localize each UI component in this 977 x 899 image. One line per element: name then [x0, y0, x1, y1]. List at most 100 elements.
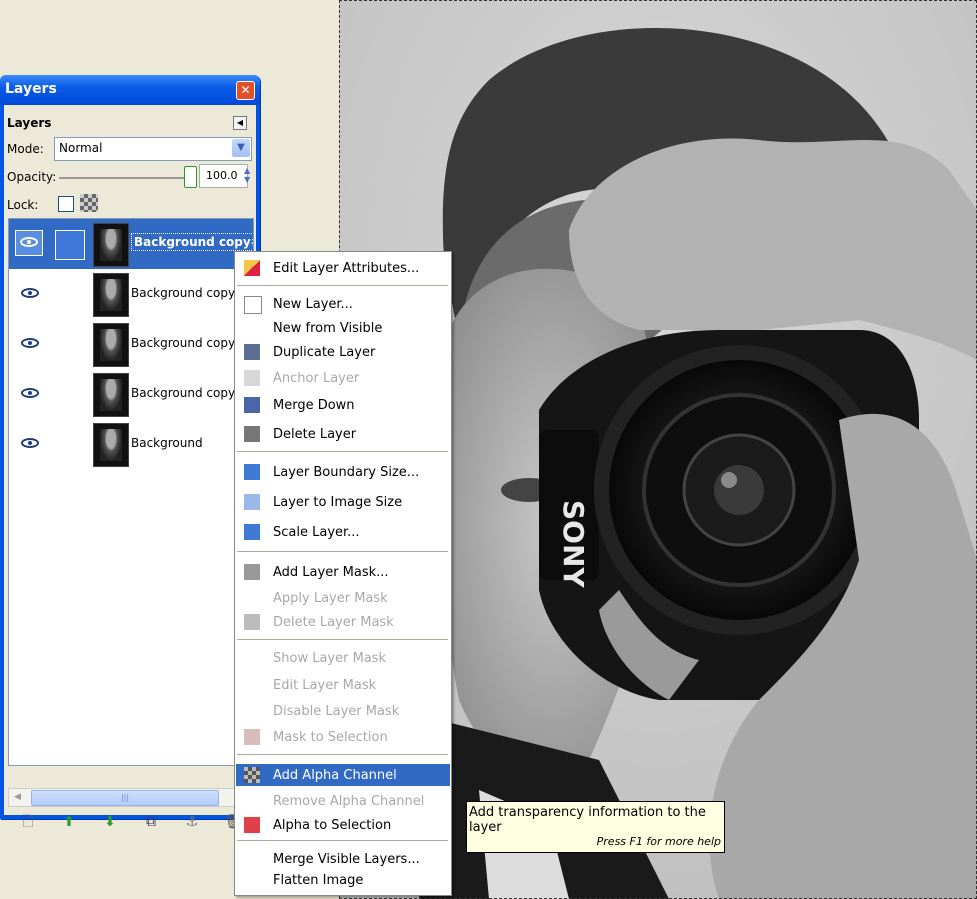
menu-item-apply-layer-mask[interactable]: Apply Layer Mask — [236, 587, 450, 609]
menu-item-duplicate-layer[interactable]: Duplicate Layer — [236, 341, 450, 363]
layer-row[interactable]: Background — [9, 419, 253, 469]
menu-item-add-alpha-channel[interactable]: Add Alpha Channel — [236, 764, 450, 786]
layer-thumbnail[interactable] — [93, 273, 129, 317]
menu-item-new-layer[interactable]: New Layer... — [236, 293, 450, 315]
menu-item-label: Add Layer Mask... — [273, 565, 389, 580]
opacity-spinner[interactable]: ▲ ▼ — [244, 166, 250, 184]
menu-item-layer-to-image-size[interactable]: Layer to Image Size — [236, 491, 450, 513]
menu-item-label: Scale Layer... — [273, 525, 360, 540]
menu-item-scale-layer[interactable]: Scale Layer... — [236, 521, 450, 543]
menu-item-label: Merge Down — [273, 398, 355, 413]
layer-list[interactable]: Background copy#3Background copy#2Backgr… — [8, 218, 254, 766]
horizontal-scrollbar[interactable]: ◀ ||| — [8, 788, 254, 807]
layer-thumbnail[interactable] — [93, 223, 129, 267]
opacity-slider-thumb[interactable] — [184, 166, 197, 188]
merge-down-icon — [244, 397, 260, 413]
scale-icon — [244, 524, 260, 540]
new-layer-icon[interactable]: 🗋 — [18, 812, 38, 832]
layer-context-menu: Edit Layer Attributes... New Layer... New … — [234, 251, 452, 896]
menu-item-new-from-visible[interactable]: New from Visible — [236, 317, 450, 339]
eye-icon[interactable] — [17, 382, 43, 406]
menu-separator — [237, 840, 448, 841]
menu-separator — [237, 285, 448, 286]
menu-item-anchor-layer[interactable]: Anchor Layer — [236, 367, 450, 389]
window-title: Layers — [5, 81, 57, 97]
layer-name[interactable]: Background copy#3 — [131, 233, 253, 251]
mode-value: Normal — [59, 141, 103, 155]
layer-thumbnail[interactable] — [93, 373, 129, 417]
menu-item-edit-layer-attributes[interactable]: Edit Layer Attributes... — [236, 257, 450, 279]
menu-item-label: Mask to Selection — [273, 730, 388, 745]
menu-item-label: Alpha to Selection — [273, 818, 392, 833]
menu-item-remove-alpha-channel[interactable]: Remove Alpha Channel — [236, 790, 450, 812]
menu-item-label: Remove Alpha Channel — [273, 794, 425, 809]
opacity-input[interactable]: 100.0 — [199, 164, 248, 188]
menu-item-delete-layer[interactable]: Delete Layer — [236, 423, 450, 445]
scroll-left-icon[interactable]: ◀ — [10, 790, 25, 804]
panel-menu-button[interactable]: ◀ — [233, 116, 247, 130]
eye-icon[interactable] — [15, 230, 43, 256]
layer-name[interactable]: Background — [131, 436, 203, 450]
menu-item-label: New Layer... — [273, 297, 353, 312]
lock-pixels-checkbox[interactable] — [58, 196, 74, 212]
scrollbar-thumb[interactable]: ||| — [31, 790, 219, 806]
layers-window: Layers ✕ Layers ◀ Mode: Normal ▼ Opacity… — [0, 75, 260, 830]
eye-glyph — [21, 438, 39, 448]
edit-icon — [244, 260, 260, 276]
layer-row[interactable]: Background copy#1 — [9, 319, 253, 369]
close-button[interactable]: ✕ — [236, 81, 255, 100]
mask-to-selection-icon — [244, 729, 260, 745]
lock-label: Lock: — [7, 198, 39, 212]
eye-glyph — [21, 288, 39, 298]
menu-item-label: Merge Visible Layers... — [273, 852, 420, 867]
menu-item-delete-layer-mask[interactable]: Delete Layer Mask — [236, 611, 450, 633]
svg-text:SONY: SONY — [557, 500, 590, 588]
menu-item-mask-to-selection[interactable]: Mask to Selection — [236, 726, 450, 748]
menu-item-label: Flatten Image — [273, 873, 364, 888]
menu-item-label: Show Layer Mask — [273, 651, 387, 666]
menu-item-disable-layer-mask[interactable]: Disable Layer Mask — [236, 700, 450, 722]
menu-item-alpha-to-selection[interactable]: Alpha to Selection — [236, 814, 450, 836]
menu-item-merge-down[interactable]: Merge Down — [236, 394, 450, 416]
menu-item-merge-visible-layers[interactable]: Merge Visible Layers... — [236, 848, 450, 870]
alpha-to-selection-icon — [244, 817, 260, 833]
menu-item-label: Add Alpha Channel — [273, 768, 397, 783]
layer-row[interactable]: Background copy#3 — [9, 219, 253, 269]
duplicate-layer-icon[interactable]: ⧉ — [141, 812, 161, 832]
eye-glyph — [21, 338, 39, 348]
layer-row[interactable]: Background copy — [9, 369, 253, 419]
layer-row[interactable]: Background copy#2 — [9, 269, 253, 319]
layer-thumbnail[interactable] — [93, 423, 129, 467]
menu-item-flatten-image[interactable]: Flatten Image — [236, 869, 450, 891]
raise-layer-icon[interactable]: ⬆ — [59, 812, 79, 832]
lower-layer-icon[interactable]: ⬇ — [100, 812, 120, 832]
mode-label: Mode: — [7, 142, 44, 156]
eye-icon[interactable] — [17, 432, 43, 456]
window-titlebar[interactable]: Layers ✕ — [0, 75, 260, 105]
lock-alpha-icon[interactable] — [80, 194, 98, 212]
mode-select[interactable]: Normal ▼ — [54, 137, 252, 161]
layer-thumbnail[interactable] — [93, 323, 129, 367]
menu-item-label: Layer to Image Size — [273, 495, 403, 510]
anchor-layer-icon[interactable]: ⚓ — [182, 812, 202, 832]
menu-item-layer-boundary-size[interactable]: Layer Boundary Size... — [236, 461, 450, 483]
tooltip-help: Press F1 for more help — [596, 835, 721, 848]
menu-item-label: Anchor Layer — [273, 371, 360, 386]
eye-icon[interactable] — [17, 282, 43, 306]
chevron-down-icon[interactable]: ▼ — [232, 139, 250, 157]
menu-separator — [237, 451, 448, 452]
layers-panel: Layers ◀ Mode: Normal ▼ Opacity: 100.0 ▲… — [4, 105, 256, 830]
menu-item-edit-layer-mask[interactable]: Edit Layer Mask — [236, 674, 450, 696]
tooltip-text: Add transparency information to the laye… — [469, 805, 706, 835]
layer-name[interactable]: Background copy — [131, 386, 235, 400]
layer-toolbar: 🗋 ⬆ ⬇ ⧉ ⚓ 🗑 — [8, 809, 252, 835]
trash-icon — [244, 614, 260, 630]
menu-separator — [237, 754, 448, 755]
opacity-slider[interactable] — [59, 177, 189, 179]
eye-icon[interactable] — [17, 332, 43, 356]
menu-item-label: Delete Layer — [273, 427, 357, 442]
menu-item-add-layer-mask[interactable]: Add Layer Mask... — [236, 561, 450, 583]
chain-toggle[interactable] — [55, 230, 85, 260]
new-layer-icon — [244, 296, 262, 314]
menu-item-show-layer-mask[interactable]: Show Layer Mask — [236, 647, 450, 669]
